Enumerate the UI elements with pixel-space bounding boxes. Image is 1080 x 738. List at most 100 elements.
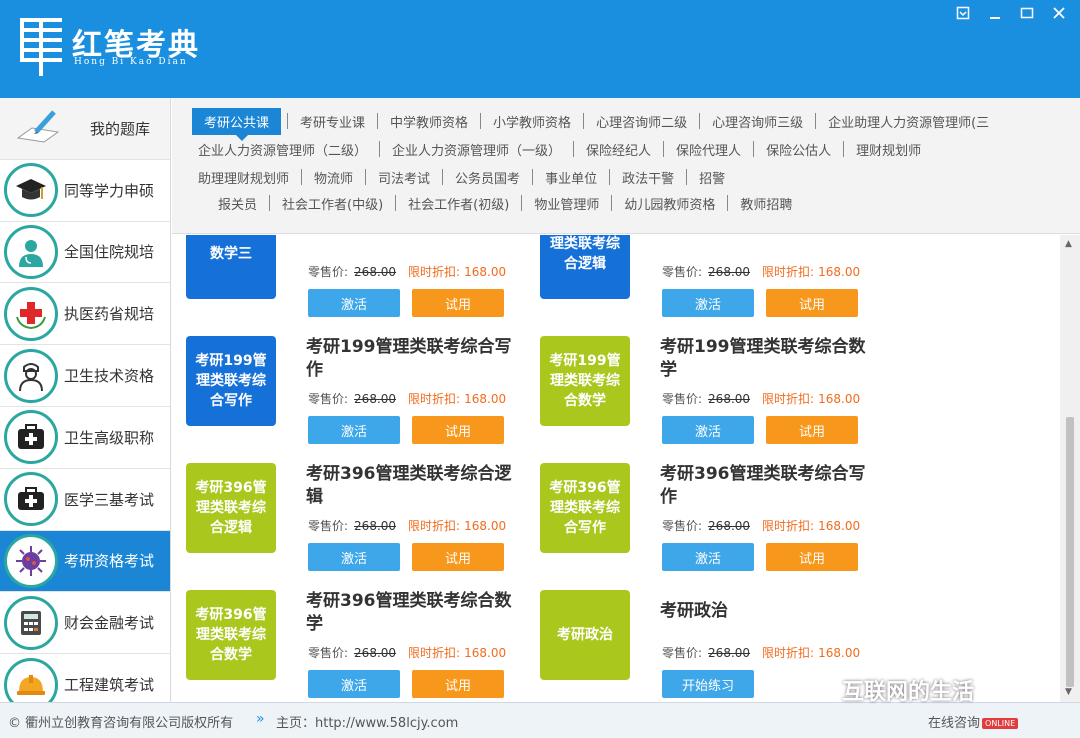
sidebar-item-health-tech[interactable]: 卫生技术资格	[0, 345, 170, 407]
retail-price: 268.00	[354, 646, 397, 660]
tab-category[interactable]: 小学教师资格	[487, 112, 577, 131]
tab-category[interactable]: 助理理财规划师	[192, 168, 295, 187]
activate-button[interactable]: 激活	[308, 416, 400, 444]
retail-price: 268.00	[708, 519, 751, 533]
online-consult[interactable]: 在线咨询 ONLINE	[928, 712, 1019, 731]
sidebar-item-medical-basics[interactable]: 医学三基考试	[0, 468, 170, 531]
activate-button[interactable]: 激活	[308, 289, 400, 317]
scrollbar-thumb[interactable]	[1066, 417, 1074, 687]
tab-category[interactable]: 保险公估人	[760, 140, 837, 159]
trial-button[interactable]: 试用	[412, 670, 504, 698]
sale-label: 限时折扣:	[762, 265, 815, 279]
start-practice-button[interactable]: 开始练习	[662, 670, 754, 698]
retail-label: 零售价:	[308, 265, 349, 279]
tab-category[interactable]: 司法考试	[372, 168, 436, 187]
tab-category[interactable]: 教师招聘	[734, 194, 798, 213]
maximize-icon[interactable]	[1014, 2, 1040, 24]
scroll-up-icon[interactable]: ▲	[1065, 239, 1072, 249]
activate-button[interactable]: 激活	[662, 289, 754, 317]
divider	[699, 113, 701, 129]
watermark-text: 互联网的生活	[842, 680, 975, 705]
sidebar-item-postgrad[interactable]: 考研资格考试	[0, 530, 170, 593]
product-thumbnail[interactable]: 考研政治	[540, 590, 630, 680]
tab-category[interactable]: 企业助理人力资源管理师(三	[822, 112, 995, 131]
sidebar-item-physician-pharm[interactable]: 执医药省规培	[0, 283, 170, 346]
product-title: 考研396管理类联考综合逻辑	[306, 464, 512, 507]
medical-bag-icon	[4, 472, 58, 527]
sidebar-item-health-senior[interactable]: 卫生高级职称	[0, 406, 170, 469]
tab-category[interactable]: 招警	[693, 168, 731, 187]
sale-label: 限时折扣:	[408, 646, 461, 660]
tab-category[interactable]: 社会工作者(中级)	[276, 194, 389, 213]
divider	[521, 195, 523, 211]
minimize-icon[interactable]	[982, 2, 1008, 24]
tab-category[interactable]: 物流师	[308, 168, 359, 187]
nurse-icon	[4, 348, 58, 403]
product-thumbnail[interactable]: 考研396管 理类联考综 合逻辑	[186, 463, 276, 553]
sale-price: 168.00	[818, 392, 861, 406]
tab-category[interactable]: 保险代理人	[670, 140, 747, 159]
sidebar-item-residency[interactable]: 全国住院规培	[0, 221, 170, 284]
trial-button[interactable]: 试用	[412, 416, 504, 444]
virus-icon	[4, 533, 58, 588]
homepage-link[interactable]: 主页：http://www.58lcjy.com	[276, 712, 458, 731]
product-thumbnail[interactable]: 考研199管 理类联考综 合数学	[540, 336, 630, 426]
tab-category[interactable]: 幼儿园教师资格	[618, 194, 721, 213]
divider	[301, 169, 303, 185]
trial-button[interactable]: 试用	[412, 543, 504, 571]
retail-label: 零售价:	[662, 265, 703, 279]
tab-category[interactable]: 保险经纪人	[580, 140, 657, 159]
close-icon[interactable]	[1046, 2, 1072, 24]
product-prices: 零售价: 268.00 限时折扣: 168.00	[662, 517, 860, 534]
tab-category[interactable]: 报关员	[212, 194, 263, 213]
sidebar-item-equivalent-degree[interactable]: 同等学力申硕	[0, 159, 170, 222]
tab-category[interactable]: 政法干警	[616, 168, 680, 187]
tab-category[interactable]: 社会工作者(初级)	[402, 194, 515, 213]
tab-category[interactable]: 企业人力资源管理师（二级）	[192, 140, 373, 159]
activate-button[interactable]: 激活	[308, 670, 400, 698]
retail-price: 268.00	[708, 265, 751, 279]
sidebar-item-finance[interactable]: 财会金融考试	[0, 592, 170, 655]
tab-category[interactable]: 公务员国考	[449, 168, 526, 187]
retail-price: 268.00	[354, 519, 397, 533]
tab-category[interactable]: 心理咨询师二级	[590, 112, 693, 131]
tab-category[interactable]: 中学教师资格	[384, 112, 474, 131]
product-title: 考研396管理类联考综合写作	[660, 464, 866, 507]
product-card: 理类联考综 合逻辑 辑 零售价:268.00限时折扣:168.00 激活 试用	[526, 235, 876, 329]
tab-category[interactable]: 心理咨询师三级	[706, 112, 809, 131]
scrollbar[interactable]: ▲ ▼	[1060, 235, 1080, 702]
tab-category[interactable]: 企业人力资源管理师（一级）	[386, 140, 567, 159]
activate-button[interactable]: 激活	[662, 416, 754, 444]
tab-postgrad-public[interactable]: 考研公共课	[192, 107, 282, 141]
sale-price: 168.00	[464, 265, 507, 279]
product-title: 考研政治	[660, 601, 728, 621]
divider	[480, 113, 482, 129]
product-thumbnail[interactable]: 考研199管 理类联考综 合写作	[186, 336, 276, 426]
activate-button[interactable]: 激活	[662, 543, 754, 571]
tab-category[interactable]: 考研专业课	[294, 112, 371, 131]
tab-category[interactable]: 理财规划师	[850, 140, 927, 159]
sidebar-item-my-bank[interactable]: 我的题库	[0, 98, 170, 160]
trial-button[interactable]: 试用	[766, 543, 858, 571]
online-consult-label: 在线咨询	[928, 716, 981, 731]
restore-down-icon[interactable]	[950, 2, 976, 24]
product-thumbnail[interactable]: 数学三	[186, 235, 276, 299]
scroll-down-icon[interactable]: ▼	[1065, 687, 1072, 697]
activate-button[interactable]: 激活	[308, 543, 400, 571]
product-card: 考研396管 理类联考综 合数学 考研396管理类联考综合数学 零售价: 268.…	[172, 590, 522, 702]
product-thumbnail[interactable]: 理类联考综 合逻辑	[540, 235, 630, 299]
product-card: 考研396管 理类联考综 合逻辑 考研396管理类联考综合逻辑 零售价: 268.…	[172, 463, 522, 583]
sale-label: 限时折扣:	[762, 519, 815, 533]
retail-label: 零售价:	[308, 519, 349, 533]
tab-category[interactable]: 事业单位	[539, 168, 603, 187]
sidebar-item-label: 执医药省规培	[64, 305, 155, 324]
product-thumbnail[interactable]: 考研396管 理类联考综 合数学	[186, 590, 276, 680]
product-prices: 零售价: 268.00 限时折扣: 168.00	[308, 263, 506, 280]
trial-button[interactable]: 试用	[412, 289, 504, 317]
product-prices: 零售价: 268.00 限时折扣: 168.00	[308, 390, 506, 407]
product-thumbnail[interactable]: 考研396管 理类联考综 合写作	[540, 463, 630, 553]
online-badge: ONLINE	[982, 718, 1019, 729]
trial-button[interactable]: 试用	[766, 416, 858, 444]
tab-category[interactable]: 物业管理师	[528, 194, 605, 213]
trial-button[interactable]: 试用	[766, 289, 858, 317]
